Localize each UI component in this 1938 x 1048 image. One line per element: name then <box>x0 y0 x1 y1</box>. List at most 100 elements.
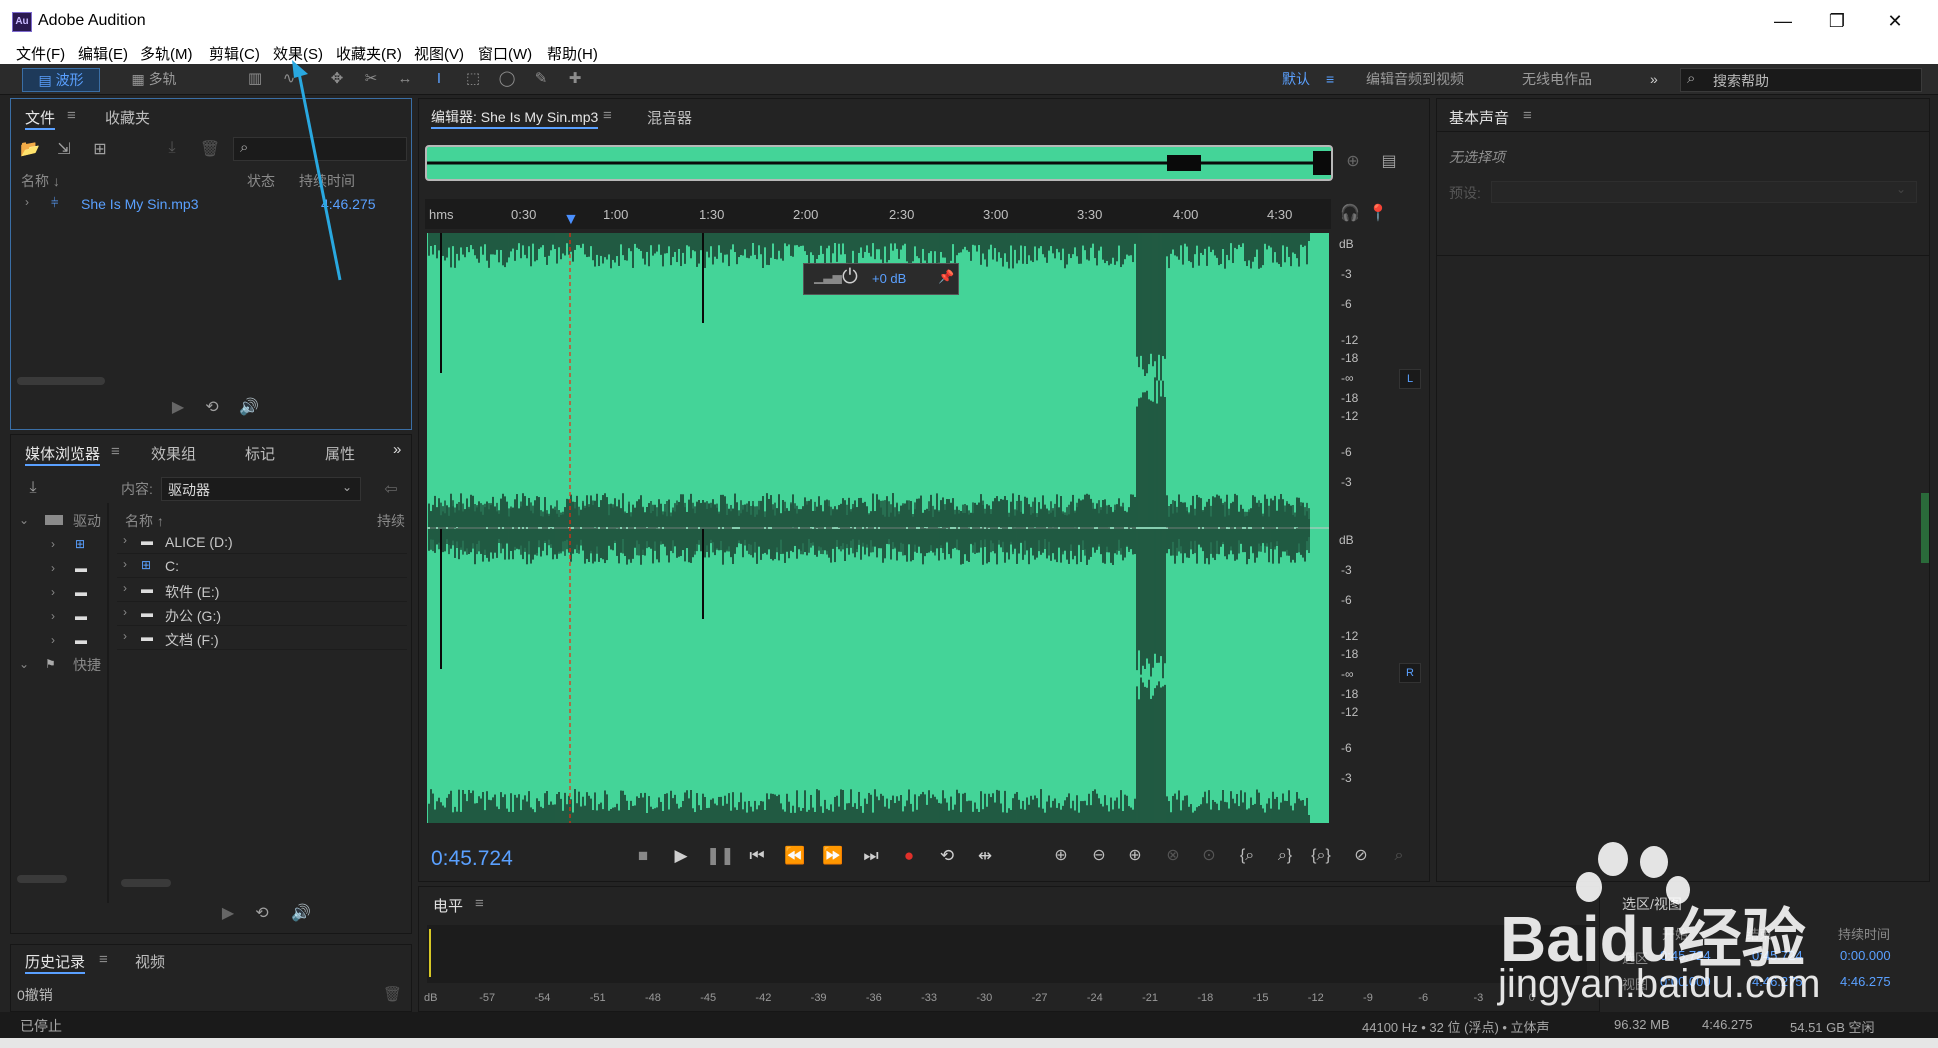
history-delete-icon[interactable]: 🗑 <box>383 985 402 1003</box>
pin-icon[interactable]: 📌 <box>938 269 954 285</box>
marquee-tool-icon[interactable]: ⬚ <box>462 69 484 89</box>
help-search-field[interactable]: ⌕ 搜索帮助 <box>1680 68 1922 92</box>
list-item[interactable]: › ⊞ C: <box>117 555 407 578</box>
record-button[interactable]: ● <box>896 843 922 869</box>
tree-expand-icon[interactable]: › <box>51 633 55 647</box>
waveform-display[interactable]: ▁▃▅ ⏻ +0 dB 📌 <box>427 233 1329 823</box>
display-options-icon[interactable]: ▤ <box>1377 151 1401 171</box>
stop-button[interactable]: ■ <box>630 843 656 869</box>
waveform-view-button[interactable]: ▤ 波形 <box>22 68 100 92</box>
menu-view[interactable]: 视图(V) <box>412 43 466 64</box>
files-col-status[interactable]: 状态 <box>247 171 275 191</box>
tree-expand-icon[interactable]: › <box>51 537 55 551</box>
delete-icon[interactable]: 🗑 <box>199 139 221 159</box>
zoom-in-time-icon[interactable]: ⊕ <box>1120 843 1150 869</box>
zoom-selection-icon[interactable]: ⊙ <box>1194 843 1224 869</box>
expand-chevron-icon[interactable]: › <box>123 629 127 643</box>
scroll-indicator[interactable] <box>1921 493 1929 563</box>
go-to-end-button[interactable]: ⏭ <box>858 843 884 869</box>
tree-collapse-icon[interactable]: ⌄ <box>19 513 29 527</box>
loop-playback-button[interactable]: ⟲ <box>934 843 960 869</box>
workspace-radio[interactable]: 无线电作品 <box>1522 68 1592 90</box>
view-end[interactable]: 4:46.275 <box>1752 974 1803 989</box>
close-button[interactable]: ✕ <box>1872 8 1918 34</box>
insert-into-multitrack-icon[interactable]: ⤓ <box>161 139 183 157</box>
menu-multitrack[interactable]: 多轨(M) <box>138 43 195 64</box>
expand-chevron-icon[interactable]: › <box>25 195 29 209</box>
waveform-overview[interactable] <box>425 145 1333 181</box>
back-arrow-icon[interactable]: ⇦ <box>381 479 401 499</box>
selection-duration[interactable]: 0:00.000 <box>1840 948 1891 963</box>
selection-end[interactable]: 0:45.724 <box>1752 948 1803 963</box>
tab-media-browser[interactable]: 媒体浏览器 <box>25 443 101 466</box>
expand-chevron-icon[interactable]: › <box>123 557 127 571</box>
content-dropdown[interactable]: 驱动器 ⌄ <box>161 477 361 501</box>
media-preview-loop-icon[interactable]: ⟲ <box>251 903 273 923</box>
new-file-icon[interactable]: ⊞ <box>87 139 113 159</box>
tab-history[interactable]: 历史记录 <box>25 951 86 974</box>
view-start[interactable]: 0:00.000 <box>1660 974 1711 989</box>
multitrack-view-button[interactable]: ▦ 多轨 <box>114 68 194 90</box>
tab-markers[interactable]: 标记 <box>245 443 275 464</box>
essential-sound-title[interactable]: 基本声音 <box>1449 107 1509 128</box>
play-button[interactable]: ▶ <box>668 843 694 869</box>
menu-file[interactable]: 文件(F) <box>14 43 67 64</box>
selection-view-title[interactable]: 选区/视图 <box>1622 894 1682 914</box>
fast-forward-button[interactable]: ⏩ <box>820 843 846 869</box>
skip-selection-button[interactable]: ⇹ <box>972 843 998 869</box>
files-horizontal-scrollbar[interactable] <box>17 377 105 385</box>
expand-chevron-icon[interactable]: › <box>123 605 127 619</box>
essential-sound-menu-icon[interactable]: ≡ <box>1523 107 1532 124</box>
tab-effects-group[interactable]: 效果组 <box>151 443 196 464</box>
level-title[interactable]: 电平 <box>433 895 463 916</box>
current-time-display[interactable]: 0:45.724 <box>431 847 513 871</box>
workspace-default[interactable]: 默认 <box>1282 68 1310 90</box>
menu-clip[interactable]: 剪辑(C) <box>207 43 262 64</box>
zoom-in-amplitude-icon[interactable]: ⊕ <box>1046 843 1076 869</box>
time-selection-tool-icon[interactable]: I <box>428 69 450 89</box>
tree-expand-icon[interactable]: › <box>51 561 55 575</box>
rewind-button[interactable]: ⏪ <box>782 843 808 869</box>
gain-knob-icon[interactable]: ⏻ <box>842 266 858 289</box>
list-item[interactable]: › ▬ 办公 (G:) <box>117 603 407 626</box>
media-panel-menu-icon[interactable]: ≡ <box>111 443 120 460</box>
view-duration[interactable]: 4:46.275 <box>1840 974 1891 989</box>
history-panel-menu-icon[interactable]: ≡ <box>99 951 108 968</box>
brush-tool-icon[interactable]: ✎ <box>530 69 552 89</box>
tab-files[interactable]: 文件 <box>25 107 56 130</box>
open-file-icon[interactable]: 📂 <box>19 139 41 159</box>
tab-favorites[interactable]: 收藏夹 <box>105 107 150 128</box>
preview-play-icon[interactable]: ▶ <box>167 397 189 417</box>
workspace-menu-icon[interactable]: ≡ <box>1326 68 1334 90</box>
zoom-out-full-icon[interactable]: ⊗ <box>1158 843 1188 869</box>
menu-edit[interactable]: 编辑(E) <box>76 43 130 64</box>
preview-loop-icon[interactable]: ⟲ <box>201 397 223 417</box>
media-col-duration[interactable]: 持续 <box>377 511 405 531</box>
preview-volume-icon[interactable]: 🔊 <box>235 397 263 417</box>
list-item[interactable]: › ▬ 软件 (E:) <box>117 579 407 602</box>
spectral-frequency-icon[interactable]: ▥ <box>244 69 266 89</box>
spot-healing-tool-icon[interactable]: ✚ <box>564 69 586 89</box>
files-panel-menu-icon[interactable]: ≡ <box>67 107 76 124</box>
expand-chevron-icon[interactable]: › <box>123 581 127 595</box>
tree-expand-icon[interactable]: › <box>51 585 55 599</box>
tree-drives-label[interactable]: 驱动 <box>73 511 101 531</box>
list-item[interactable]: › ▬ ALICE (D:) <box>117 531 407 554</box>
import-file-icon[interactable]: ⇲ <box>53 139 75 159</box>
tab-mixer[interactable]: 混音器 <box>647 107 692 128</box>
marker-pin-icon[interactable]: 📍 <box>1367 203 1389 223</box>
time-ruler[interactable]: hms 0:30 1:00 1:30 2:00 2:30 3:00 3:30 4… <box>425 199 1331 229</box>
tab-video[interactable]: 视频 <box>135 951 165 972</box>
minimize-button[interactable]: — <box>1760 8 1806 34</box>
zoom-in-left-icon[interactable]: {⌕ <box>1232 843 1262 869</box>
preset-dropdown[interactable]: ⌄ <box>1491 181 1917 203</box>
editor-panel-menu-icon[interactable]: ≡ <box>603 107 612 124</box>
media-col-name[interactable]: 名称 ↑ <box>125 511 164 531</box>
zoom-out-amplitude-icon[interactable]: ⊖ <box>1084 843 1114 869</box>
snap-headphones-icon[interactable]: 🎧 <box>1339 203 1361 223</box>
restore-button[interactable]: ❐ <box>1814 8 1860 34</box>
zoom-reset-icon[interactable]: ⊘ <box>1346 843 1376 869</box>
media-preview-play-icon[interactable]: ▶ <box>217 903 239 923</box>
zoom-full-icon[interactable]: ⌕ <box>1384 843 1414 869</box>
list-item[interactable]: › ▬ 文档 (F:) <box>117 627 407 650</box>
